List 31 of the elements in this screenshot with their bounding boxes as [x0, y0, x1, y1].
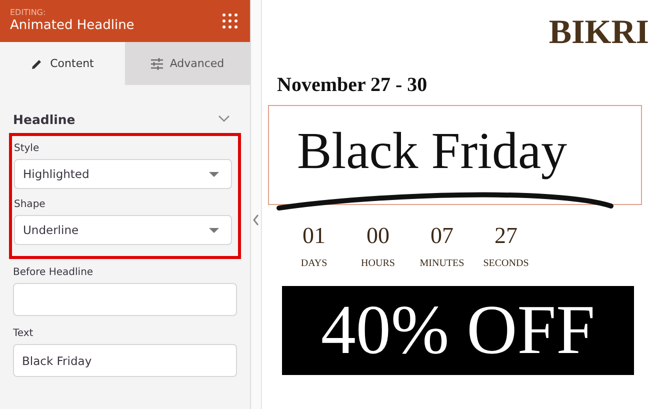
field-label: Before Headline — [13, 267, 94, 278]
field-label: Style — [14, 143, 40, 154]
text-input[interactable] — [13, 283, 237, 316]
pencil-icon — [31, 58, 44, 70]
field-label: Text — [13, 328, 34, 339]
countdown-unit: SECONDS — [483, 258, 529, 269]
countdown-value: 07 — [430, 223, 454, 249]
editing-label: EDITING: — [10, 8, 47, 18]
select-field[interactable]: Highlighted — [14, 159, 232, 189]
dropdown-caret-icon — [209, 228, 219, 232]
section-title: Headline — [13, 112, 76, 126]
panel-title: Animated Headline — [10, 18, 134, 34]
field-label: Shape — [14, 199, 46, 210]
countdown-value: 01 — [302, 223, 326, 249]
chevron-icon[interactable] — [218, 115, 230, 123]
discount-banner: 40% OFF — [282, 286, 634, 375]
countdown-unit: DAYS — [300, 258, 328, 269]
countdown-unit: HOURS — [361, 258, 395, 269]
collapse-chevron-icon[interactable] — [252, 214, 260, 226]
drag-grid-icon[interactable] — [222, 13, 238, 29]
date-range: November 27 - 30 — [277, 74, 428, 97]
countdown-value: 00 — [366, 223, 390, 249]
sliders-icon — [150, 58, 163, 70]
dropdown-caret-icon — [209, 172, 219, 176]
text-input[interactable]: Black Friday — [13, 344, 237, 377]
select-field[interactable]: Underline — [14, 215, 232, 245]
tab[interactable]: Advanced — [125, 42, 250, 85]
headline: Black Friday — [297, 126, 568, 178]
countdown-unit: MINUTES — [420, 258, 464, 269]
brand-logo: BIKRI — [548, 14, 649, 52]
countdown-value: 27 — [494, 223, 518, 249]
